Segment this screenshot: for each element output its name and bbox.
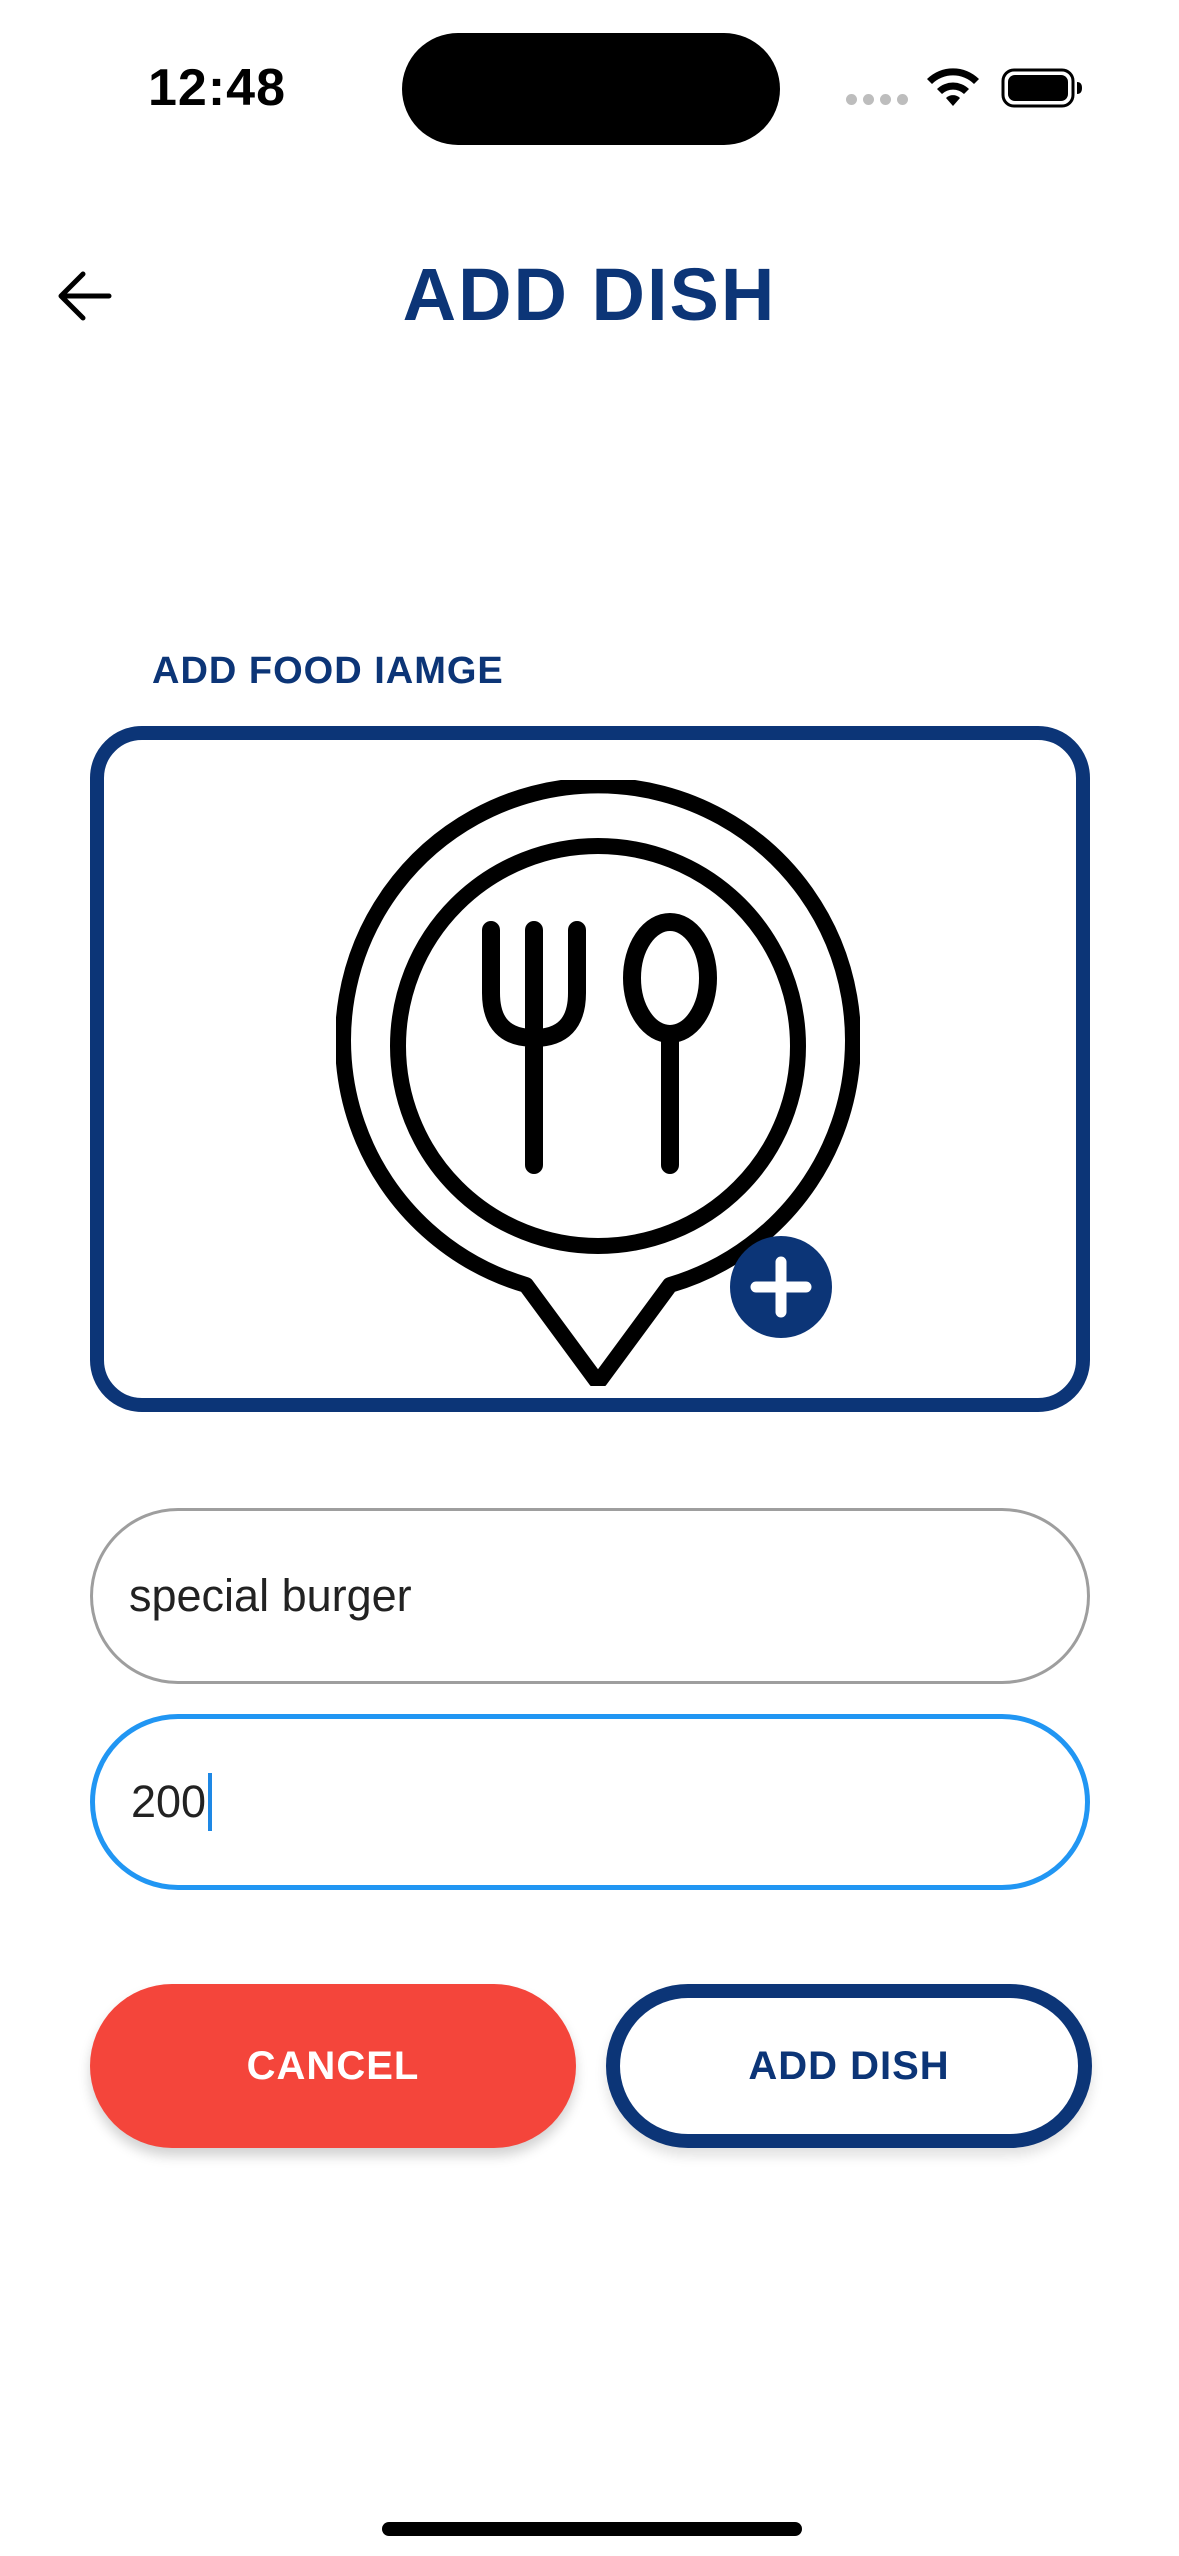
dynamic-island <box>402 33 780 145</box>
add-image-button[interactable] <box>730 1236 832 1338</box>
wifi-icon <box>927 68 979 106</box>
home-indicator[interactable] <box>382 2522 802 2536</box>
page-title: ADD DISH <box>402 253 777 336</box>
cellular-signal-icon <box>846 94 908 106</box>
cancel-button[interactable]: CANCEL <box>90 1984 576 2148</box>
plus-icon <box>750 1256 812 1318</box>
dish-name-value: special burger <box>129 1570 412 1621</box>
dish-price-input[interactable]: 200 <box>90 1714 1090 1890</box>
dish-name-input[interactable]: special burger <box>90 1508 1090 1684</box>
battery-icon <box>1001 68 1082 108</box>
image-picker-label: ADD FOOD IAMGE <box>152 650 504 692</box>
text-caret <box>208 1773 213 1831</box>
add-dish-button-label: ADD DISH <box>748 2043 950 2088</box>
dish-price-value: 200 <box>131 1776 207 1827</box>
add-dish-button[interactable]: ADD DISH <box>606 1984 1092 2148</box>
status-time: 12:48 <box>148 59 286 117</box>
image-picker[interactable] <box>90 726 1090 1412</box>
cancel-button-label: CANCEL <box>246 2043 420 2088</box>
